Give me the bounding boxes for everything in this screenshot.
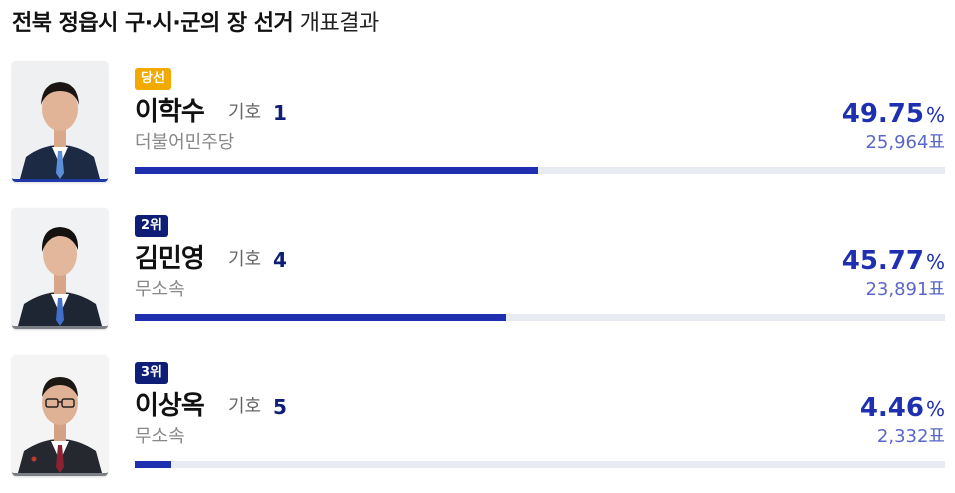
candidate-party: 무소속 <box>135 279 185 300</box>
number-label: 기호 <box>228 102 262 123</box>
percent-unit: % <box>925 397 945 421</box>
candidate-name: 이상옥 <box>135 391 205 421</box>
candidate-photo[interactable] <box>12 61 108 182</box>
vote-count: 25,964표 <box>865 132 945 153</box>
page-title-main: 전북 정읍시 구·시·군의 장 선거 <box>12 11 294 36</box>
percent-unit: % <box>925 250 945 274</box>
page-title: 전북 정읍시 구·시·군의 장 선거 개표결과 <box>12 8 379 40</box>
vote-share-bar <box>135 461 945 468</box>
vote-share-bar <box>135 314 945 321</box>
number-label: 기호 <box>228 396 262 417</box>
winner-badge: 당선 <box>135 68 171 90</box>
candidate-card[interactable]: 3위 이상옥 기호 5 무소속 4.46% 2,332표 <box>0 355 955 490</box>
candidate-card[interactable]: 2위 김민영 기호 4 무소속 45.77% 23,891표 <box>0 208 955 343</box>
candidate-party: 무소속 <box>135 426 185 447</box>
candidate-photo[interactable] <box>12 208 108 329</box>
number-label: 기호 <box>228 249 262 270</box>
candidate-number: 1 <box>273 101 287 125</box>
candidate-number: 4 <box>273 248 287 272</box>
vote-share-fill <box>135 314 506 321</box>
rank-badge: 3위 <box>135 362 169 384</box>
portrait-image <box>12 208 108 326</box>
percent-unit: % <box>925 103 945 127</box>
portrait-image <box>12 61 108 179</box>
vote-percent-value: 49.75 <box>841 99 924 129</box>
candidate-number: 5 <box>273 395 287 419</box>
candidate-card[interactable]: 당선 이학수 기호 1 더불어민주당 49.75% 25,964표 <box>0 61 955 196</box>
candidate-name: 김민영 <box>135 244 205 274</box>
vote-count: 23,891표 <box>865 279 945 300</box>
vote-percent: 49.75% <box>842 97 945 132</box>
candidate-photo[interactable] <box>12 355 108 476</box>
vote-percent: 4.46% <box>860 391 945 426</box>
vote-share-fill <box>135 167 538 174</box>
candidate-name: 이학수 <box>135 97 205 127</box>
vote-percent: 45.77% <box>842 244 945 279</box>
vote-share-bar <box>135 167 945 174</box>
candidate-party: 더불어민주당 <box>135 132 235 153</box>
vote-share-fill <box>135 461 172 468</box>
rank-badge: 2위 <box>135 215 169 237</box>
vote-percent-value: 4.46 <box>859 393 924 423</box>
page-title-sub: 개표결과 <box>299 11 379 36</box>
portrait-image <box>12 355 108 473</box>
vote-count: 2,332표 <box>876 426 945 447</box>
vote-percent-value: 45.77 <box>841 246 924 276</box>
